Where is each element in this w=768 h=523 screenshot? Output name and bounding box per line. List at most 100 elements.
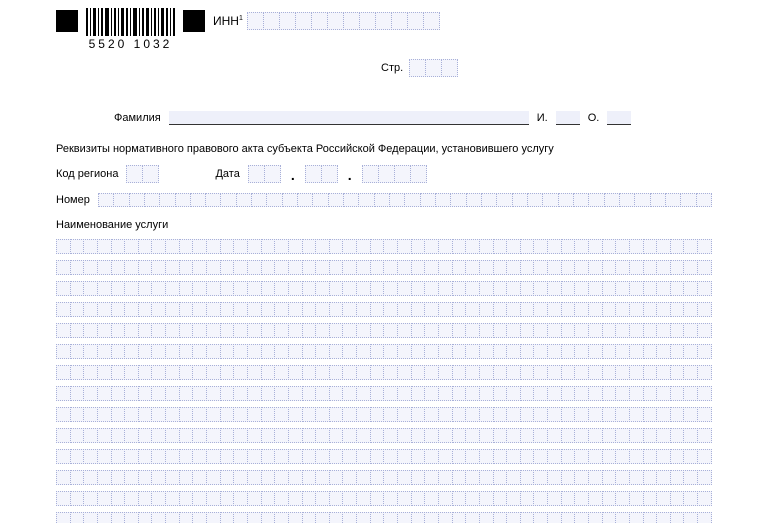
cell[interactable] bbox=[56, 470, 71, 485]
cell[interactable] bbox=[111, 470, 126, 485]
cell[interactable] bbox=[302, 407, 317, 422]
cell[interactable] bbox=[547, 239, 562, 254]
cell[interactable] bbox=[343, 193, 359, 207]
cell[interactable] bbox=[615, 386, 630, 401]
cell[interactable] bbox=[683, 512, 698, 523]
cell[interactable] bbox=[165, 260, 180, 275]
cell[interactable] bbox=[520, 344, 535, 359]
cell[interactable] bbox=[97, 449, 112, 464]
cell[interactable] bbox=[302, 365, 317, 380]
cell[interactable] bbox=[506, 512, 521, 523]
cell[interactable] bbox=[493, 365, 508, 380]
cell[interactable] bbox=[151, 386, 166, 401]
cell[interactable] bbox=[643, 302, 658, 317]
cell[interactable] bbox=[547, 260, 562, 275]
cell[interactable] bbox=[206, 323, 221, 338]
cell[interactable] bbox=[56, 239, 71, 254]
cell[interactable] bbox=[179, 365, 194, 380]
cell[interactable] bbox=[656, 428, 671, 443]
cell[interactable] bbox=[438, 386, 453, 401]
cell[interactable] bbox=[151, 323, 166, 338]
cell[interactable] bbox=[506, 365, 521, 380]
cell[interactable] bbox=[411, 470, 426, 485]
cell[interactable] bbox=[465, 260, 480, 275]
cell[interactable] bbox=[356, 239, 371, 254]
cell[interactable] bbox=[274, 302, 289, 317]
cell[interactable] bbox=[329, 281, 344, 296]
cell[interactable] bbox=[56, 428, 71, 443]
cell[interactable] bbox=[479, 260, 494, 275]
cell[interactable] bbox=[574, 407, 589, 422]
cell[interactable] bbox=[342, 491, 357, 506]
cell[interactable] bbox=[370, 407, 385, 422]
cell[interactable] bbox=[574, 302, 589, 317]
cell[interactable] bbox=[113, 193, 129, 207]
cell[interactable] bbox=[520, 239, 535, 254]
cell[interactable] bbox=[97, 428, 112, 443]
cell[interactable] bbox=[561, 323, 576, 338]
cell[interactable] bbox=[506, 344, 521, 359]
cell[interactable] bbox=[383, 281, 398, 296]
cell[interactable] bbox=[192, 428, 207, 443]
cell[interactable] bbox=[206, 344, 221, 359]
cell[interactable] bbox=[233, 323, 248, 338]
cell[interactable] bbox=[370, 365, 385, 380]
cell[interactable] bbox=[493, 323, 508, 338]
cell[interactable] bbox=[424, 386, 439, 401]
cell[interactable] bbox=[438, 344, 453, 359]
cell[interactable] bbox=[656, 344, 671, 359]
cell[interactable] bbox=[561, 260, 576, 275]
cell[interactable] bbox=[424, 512, 439, 523]
cell[interactable] bbox=[274, 344, 289, 359]
service-line[interactable] bbox=[56, 239, 712, 254]
service-line[interactable] bbox=[56, 344, 712, 359]
cell[interactable] bbox=[547, 512, 562, 523]
cell[interactable] bbox=[506, 428, 521, 443]
cell[interactable] bbox=[165, 512, 180, 523]
cell[interactable] bbox=[288, 470, 303, 485]
cell[interactable] bbox=[424, 470, 439, 485]
cell[interactable] bbox=[438, 449, 453, 464]
cell[interactable] bbox=[506, 470, 521, 485]
cell[interactable] bbox=[697, 239, 712, 254]
cell[interactable] bbox=[370, 302, 385, 317]
cell[interactable] bbox=[452, 323, 467, 338]
cell[interactable] bbox=[656, 239, 671, 254]
cell[interactable] bbox=[574, 449, 589, 464]
cell[interactable] bbox=[206, 302, 221, 317]
cell[interactable] bbox=[697, 323, 712, 338]
cell[interactable] bbox=[588, 323, 603, 338]
cell[interactable] bbox=[315, 491, 330, 506]
cell[interactable] bbox=[220, 260, 235, 275]
cell[interactable] bbox=[683, 449, 698, 464]
cell[interactable] bbox=[220, 449, 235, 464]
cell[interactable] bbox=[452, 386, 467, 401]
cell[interactable] bbox=[424, 491, 439, 506]
cell[interactable] bbox=[574, 470, 589, 485]
cell[interactable] bbox=[697, 407, 712, 422]
cell[interactable] bbox=[629, 281, 644, 296]
cell[interactable] bbox=[479, 470, 494, 485]
cell[interactable] bbox=[315, 302, 330, 317]
cell[interactable] bbox=[450, 193, 466, 207]
cell[interactable] bbox=[329, 323, 344, 338]
cell[interactable] bbox=[479, 323, 494, 338]
cell[interactable] bbox=[370, 491, 385, 506]
cell[interactable] bbox=[650, 193, 666, 207]
cell[interactable] bbox=[151, 281, 166, 296]
page-number-cells[interactable] bbox=[409, 59, 458, 77]
cell[interactable] bbox=[251, 193, 267, 207]
cell[interactable] bbox=[404, 193, 420, 207]
cell[interactable] bbox=[493, 449, 508, 464]
cell[interactable] bbox=[670, 281, 685, 296]
cell[interactable] bbox=[342, 470, 357, 485]
cell[interactable] bbox=[129, 193, 145, 207]
cell[interactable] bbox=[124, 239, 139, 254]
service-line[interactable] bbox=[56, 428, 712, 443]
cell[interactable] bbox=[547, 365, 562, 380]
cell[interactable] bbox=[83, 239, 98, 254]
cell[interactable] bbox=[574, 323, 589, 338]
cell[interactable] bbox=[370, 470, 385, 485]
cell[interactable] bbox=[561, 470, 576, 485]
cell[interactable] bbox=[302, 239, 317, 254]
